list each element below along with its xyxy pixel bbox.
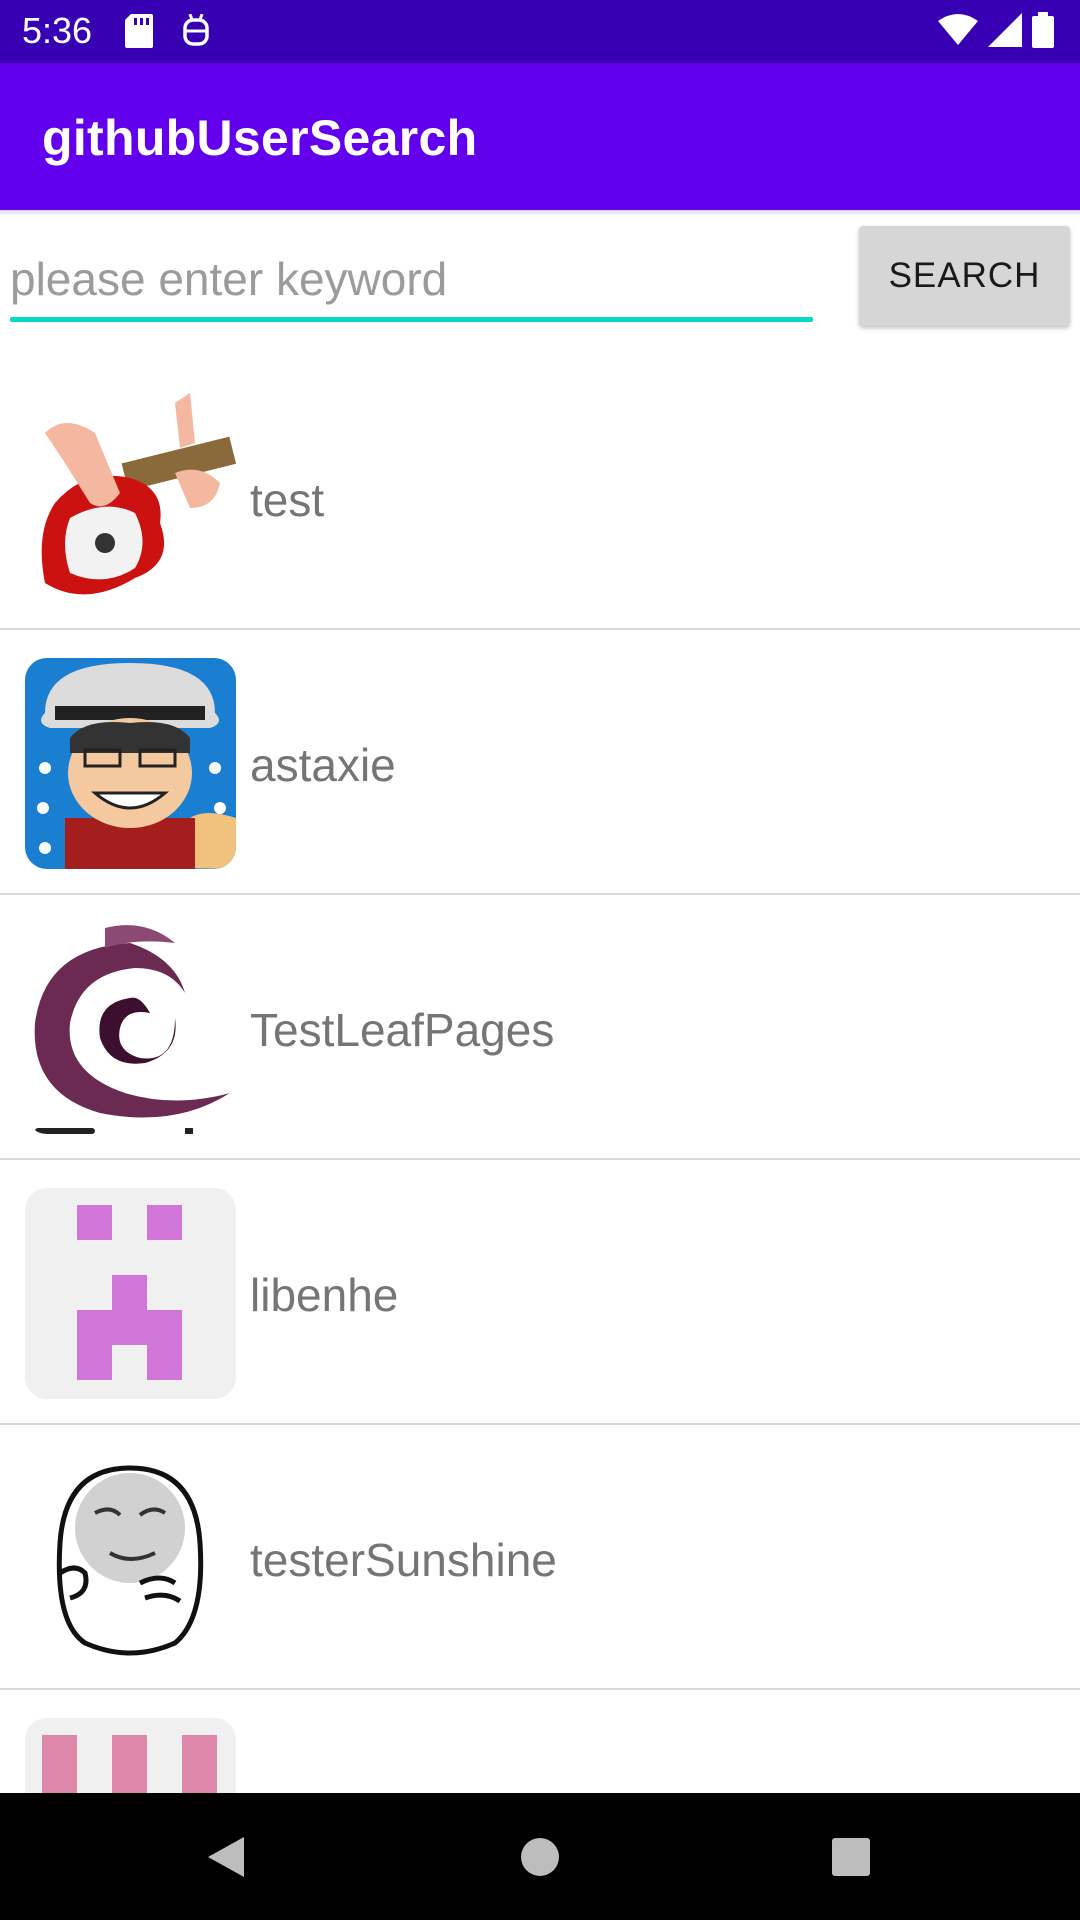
username: testerSunshine: [250, 1534, 557, 1586]
back-button[interactable]: [156, 1793, 296, 1920]
search-input-underline: [10, 317, 813, 322]
rose-identicon-avatar: [25, 1718, 236, 1793]
username: test: [250, 474, 325, 526]
meme-face-avatar: [25, 1453, 236, 1664]
list-item[interactable]: testerSunshine: [0, 1425, 1080, 1690]
username: TestLeafPages: [250, 1004, 555, 1056]
status-time: 5:36: [22, 10, 93, 51]
status-bar: 5:36: [0, 0, 1080, 63]
list-item[interactable]: astaxie: [0, 630, 1080, 895]
purple-swirl-logo-avatar: [25, 923, 236, 1134]
home-button[interactable]: [470, 1793, 610, 1920]
wifi-icon: [938, 13, 978, 52]
list-item[interactable]: test: [0, 365, 1080, 630]
android-debug-icon: [181, 13, 211, 53]
navigation-bar: [0, 1793, 1080, 1920]
username: libenhe: [250, 1269, 399, 1321]
recents-icon: [832, 1837, 870, 1876]
result-list[interactable]: test astaxie TestLeafPages libenhe teste…: [0, 365, 1080, 1793]
list-item[interactable]: TestLeafPages: [0, 895, 1080, 1160]
list-item[interactable]: [0, 1690, 1080, 1793]
signal-icon: [988, 13, 1022, 52]
home-icon: [521, 1837, 559, 1876]
guitar-avatar: [25, 393, 236, 604]
search-row: SEARCH: [0, 216, 1080, 336]
list-item[interactable]: libenhe: [0, 1160, 1080, 1425]
app-bar: githubUserSearch: [0, 63, 1080, 210]
sd-card-icon: [125, 14, 153, 53]
recents-button[interactable]: [781, 1793, 921, 1920]
cartoon-man-hat-avatar: [25, 658, 236, 869]
search-button[interactable]: SEARCH: [859, 226, 1070, 326]
search-input[interactable]: [10, 246, 813, 312]
battery-icon: [1032, 12, 1054, 53]
username: astaxie: [250, 739, 396, 791]
pink-identicon-avatar: [25, 1188, 236, 1399]
back-icon: [208, 1836, 244, 1877]
app-title: githubUserSearch: [42, 110, 478, 166]
